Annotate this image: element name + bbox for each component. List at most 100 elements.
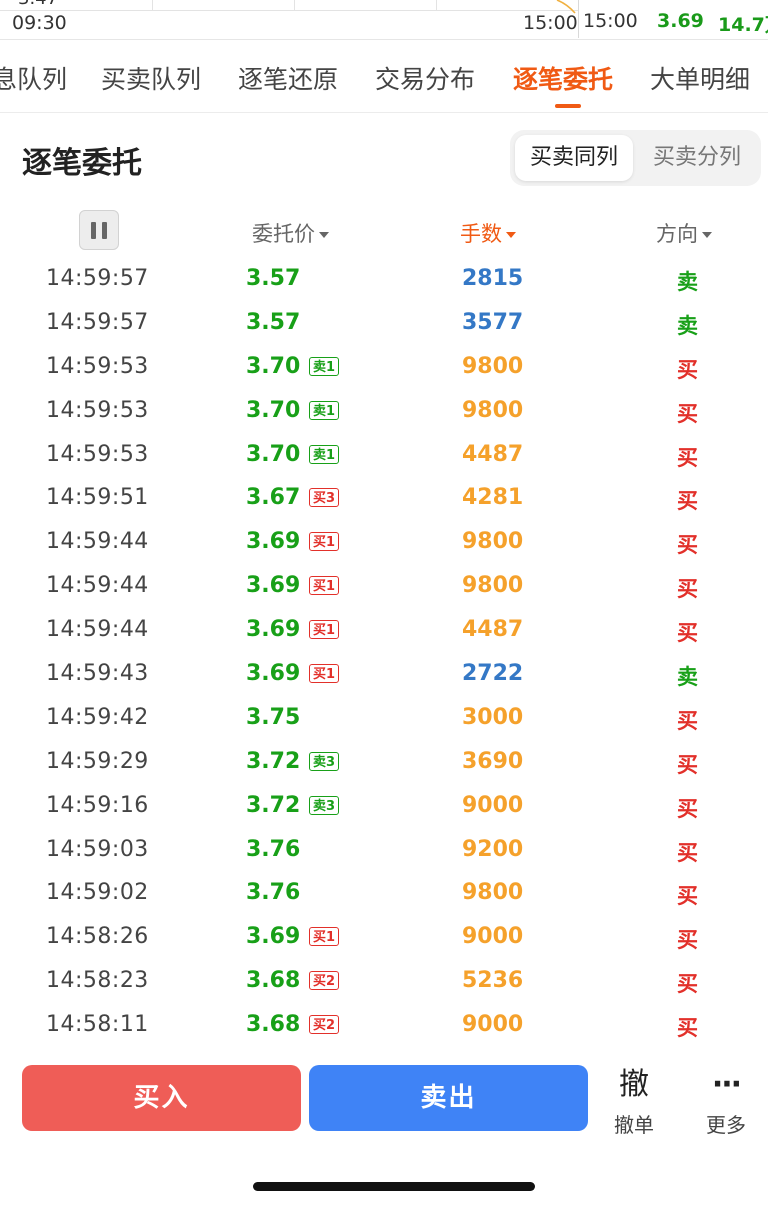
more-dots-icon: ··· [711,1067,742,1102]
order-volume: 9000 [462,924,524,950]
order-row: 14:59:53 3.70 卖1 9800 买 [0,390,768,434]
order-level-badge: 买1 [309,620,340,640]
order-direction: 买 [677,796,698,821]
order-row: 14:59:29 3.72 卖3 3690 买 [0,741,768,785]
latest-tick-time: 15:00 [583,10,638,32]
order-price: 3.72 [246,792,301,818]
order-volume: 9200 [462,836,524,862]
column-header-price[interactable]: 委托价 [252,218,329,248]
order-price: 3.69 [246,661,301,687]
order-volume: 4487 [462,441,524,467]
order-level-badge: 买3 [309,488,340,508]
order-level-badge: 卖1 [309,356,340,376]
order-volume: 4281 [462,485,524,511]
order-direction: 买 [677,401,698,426]
order-row: 14:59:57 3.57 2815 卖 [0,258,768,302]
caret-down-icon [319,232,329,238]
order-volume: 9000 [462,792,524,818]
order-volume: 9000 [462,1012,524,1038]
order-level-badge: 买1 [309,532,340,552]
order-price: 3.69 [246,573,301,599]
order-direction: 买 [677,884,698,909]
order-time: 14:59:53 [46,397,149,423]
order-time: 14:59:42 [46,704,149,730]
order-direction: 买 [677,357,698,382]
order-volume: 2815 [462,266,524,291]
chart-grid-line [152,0,153,10]
order-direction: 买 [677,445,698,470]
chart-divider [578,0,579,38]
order-row: 14:59:44 3.69 买1 4487 买 [0,609,768,653]
layout-toggle: 买卖同列 买卖分列 [510,130,761,186]
home-indicator[interactable] [253,1182,535,1191]
order-time: 14:58:23 [46,968,149,994]
order-row: 14:59:57 3.57 3577 卖 [0,302,768,346]
order-time: 14:59:44 [46,573,149,599]
order-price: 3.69 [246,617,301,643]
tab-order-by-order[interactable]: 逐笔委托 [513,60,613,96]
order-row: 14:59:42 3.75 3000 买 [0,697,768,741]
tab-bid-ask-queue[interactable]: 买卖队列 [101,60,201,96]
order-price: 3.72 [246,748,301,774]
caret-down-icon [702,232,712,238]
order-direction: 卖 [677,270,698,294]
order-time: 14:59:03 [46,836,149,862]
toggle-split-columns[interactable]: 买卖分列 [638,135,756,181]
cancel-order-button[interactable]: 撤 撤单 [594,1065,674,1138]
order-time: 14:58:11 [46,1012,149,1038]
order-price: 3.67 [246,485,301,511]
order-price: 3.69 [246,924,301,950]
order-direction: 买 [677,972,698,997]
order-level-badge: 卖1 [309,444,340,464]
tab-trade-distribution[interactable]: 交易分布 [375,60,475,96]
order-volume: 3577 [462,309,524,335]
order-time: 14:59:43 [46,661,149,687]
order-volume: 3690 [462,748,524,774]
order-time: 14:59:16 [46,792,149,818]
tab-queue-info[interactable]: 息队列 [0,60,67,96]
order-price: 3.70 [246,353,301,379]
caret-down-icon [506,232,516,238]
order-level-badge: 卖3 [309,795,340,815]
order-level-badge: 买1 [309,927,340,947]
buy-button[interactable]: 买入 [22,1065,301,1131]
order-price: 3.57 [246,266,301,291]
pause-button[interactable] [79,210,119,250]
latest-tick-price: 3.69 [657,10,704,32]
column-header-direction-label: 方向 [656,222,698,246]
tab-tick-restore[interactable]: 逐笔还原 [238,60,338,96]
order-price: 3.68 [246,1012,301,1038]
order-price: 3.76 [246,836,301,862]
chart-cut-label: 3.47 [18,0,58,9]
order-direction: 买 [677,752,698,777]
order-row: 14:58:26 3.69 买1 9000 买 [0,916,768,960]
order-time: 14:59:57 [46,266,149,291]
column-header-direction[interactable]: 方向 [656,218,712,248]
order-price: 3.70 [246,441,301,467]
order-direction: 买 [677,928,698,953]
order-level-badge: 买1 [309,664,340,684]
order-direction: 买 [677,840,698,865]
chart-time-start: 09:30 [12,12,67,34]
toggle-same-column[interactable]: 买卖同列 [515,135,633,181]
order-volume: 9800 [462,880,524,906]
order-time: 14:58:26 [46,924,149,950]
order-price: 3.76 [246,880,301,906]
order-price: 3.57 [246,309,301,335]
sell-button[interactable]: 卖出 [309,1065,588,1131]
tab-large-order-detail[interactable]: 大单明细 [650,60,750,96]
order-direction: 买 [677,708,698,733]
more-label: 更多 [706,1113,746,1137]
order-direction: 买 [677,1016,698,1041]
order-list: 14:59:57 3.57 2815 卖 14:59:57 3.57 3577 卖 14:59:… [0,258,768,1048]
order-volume: 2722 [462,661,524,687]
order-level-badge: 买2 [309,971,340,991]
order-direction: 买 [677,489,698,514]
column-header-volume-label: 手数 [460,222,502,246]
cancel-icon: 撤 [619,1067,649,1102]
more-button[interactable]: ··· 更多 [686,1065,766,1138]
column-header-volume[interactable]: 手数 [460,218,516,248]
order-volume: 9800 [462,573,524,599]
order-time: 14:59:53 [46,353,149,379]
order-price: 3.75 [246,704,301,730]
